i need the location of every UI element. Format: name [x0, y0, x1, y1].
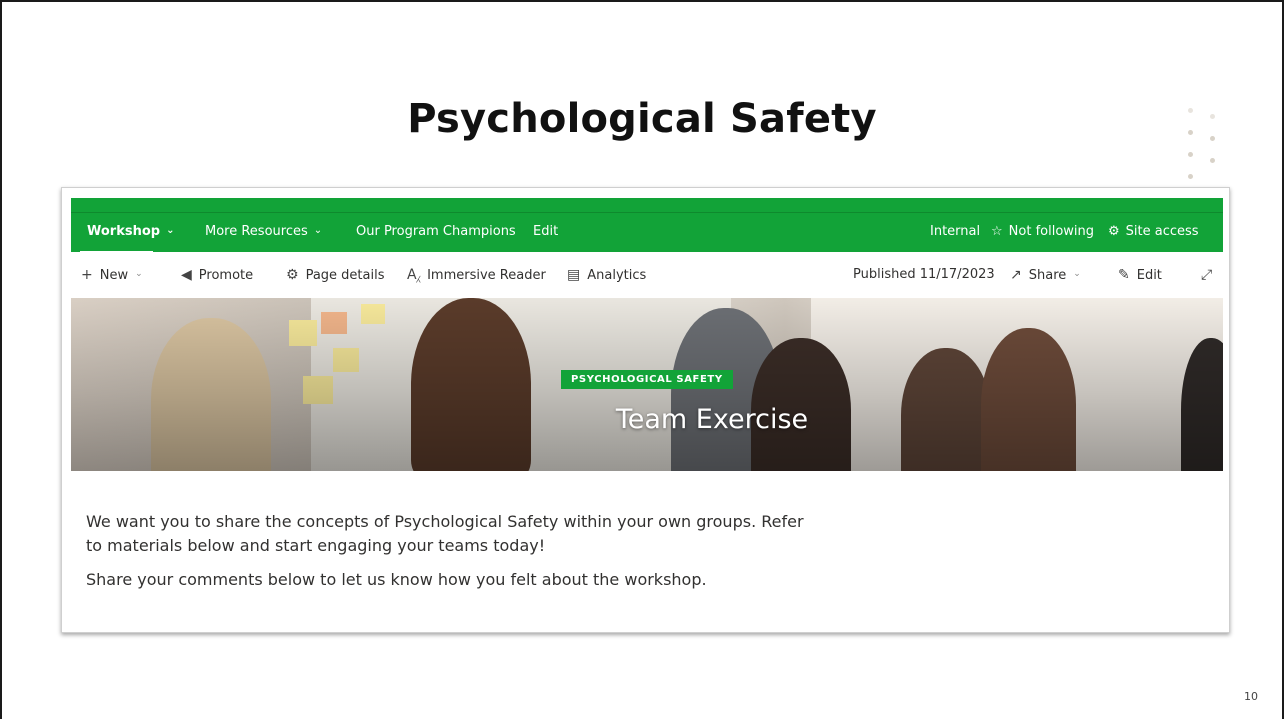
nav-item-label: More Resources — [205, 224, 308, 239]
edit-label: Edit — [1136, 267, 1162, 283]
site-navbar: Workshop ⌄ More Resources ⌄ Our Program … — [71, 212, 1223, 253]
page-content: We want you to share the concepts of Psy… — [86, 510, 806, 602]
follow-label: Not following — [1008, 224, 1095, 239]
immersive-reader-button[interactable]: A⁁ Immersive Reader — [407, 267, 546, 283]
content-paragraph: We want you to share the concepts of Psy… — [86, 512, 804, 555]
nav-item-label: Workshop — [87, 224, 161, 239]
site-access-label: Site access — [1125, 224, 1199, 239]
analytics-label: Analytics — [587, 267, 647, 283]
slide-number: 10 — [1244, 690, 1258, 703]
page-details-button[interactable]: ⚙ Page details — [286, 267, 384, 283]
hero-banner: PSYCHOLOGICAL SAFETY Team Exercise — [71, 298, 1223, 471]
nav-item-label: Edit — [533, 224, 559, 239]
nav-item-workshop[interactable]: Workshop ⌄ — [87, 224, 174, 239]
analytics-button[interactable]: ▤ Analytics — [567, 267, 646, 283]
published-label: Published 11/17/2023 — [853, 267, 995, 282]
follow-button[interactable]: ☆ Not following — [991, 224, 1094, 239]
chevron-down-icon: ⌄ — [313, 225, 323, 236]
command-bar: + New ⌄ ◀ Promote ⚙ Page details A⁁ Imme… — [71, 252, 1223, 298]
megaphone-icon: ◀ — [181, 267, 192, 283]
plus-icon: + — [81, 267, 93, 283]
page-title: Team Exercise — [615, 404, 809, 435]
analytics-icon: ▤ — [567, 267, 581, 283]
edit-button[interactable]: ✎ Edit — [1118, 267, 1162, 283]
content-paragraph: Share your comments below to let us know… — [86, 570, 707, 589]
expand-icon: ⤢ — [1201, 267, 1213, 283]
people-settings-icon: ⚙ — [1108, 224, 1120, 239]
chevron-down-icon: ⌄ — [135, 269, 143, 279]
share-button[interactable]: ↗ Share ⌄ — [1010, 267, 1081, 283]
immersive-reader-label: Immersive Reader — [427, 267, 546, 283]
internal-text: Internal — [930, 224, 981, 239]
gear-icon: ⚙ — [286, 267, 299, 283]
nav-edit-link[interactable]: Edit — [533, 224, 558, 239]
suite-header-strip — [71, 198, 1223, 212]
new-label: New — [99, 267, 129, 283]
share-icon: ↗ — [1010, 267, 1022, 283]
nav-item-program-champions[interactable]: Our Program Champions — [356, 224, 516, 239]
topic-tag: PSYCHOLOGICAL SAFETY — [561, 370, 733, 389]
new-button[interactable]: + New ⌄ — [81, 267, 143, 283]
nav-item-label: Our Program Champions — [356, 224, 516, 239]
promote-button[interactable]: ◀ Promote — [181, 267, 253, 283]
star-icon: ☆ — [991, 224, 1003, 239]
internal-label: Internal — [930, 224, 980, 239]
promote-label: Promote — [198, 267, 254, 283]
chevron-down-icon: ⌄ — [1073, 269, 1081, 279]
page-details-label: Page details — [305, 267, 385, 283]
expand-button[interactable]: ⤢ — [1201, 267, 1212, 283]
chevron-down-icon: ⌄ — [166, 225, 175, 236]
decorative-dots — [1184, 108, 1224, 188]
pencil-icon: ✎ — [1118, 267, 1130, 283]
immersive-reader-icon: A⁁ — [407, 267, 421, 283]
site-access-button[interactable]: ⚙ Site access — [1108, 224, 1199, 239]
nav-item-more-resources[interactable]: More Resources ⌄ — [205, 224, 322, 239]
slide-title: Psychological Safety — [407, 96, 877, 142]
sharepoint-page-screenshot: Workshop ⌄ More Resources ⌄ Our Program … — [61, 187, 1230, 633]
published-date: Published 11/17/2023 — [853, 267, 995, 282]
share-label: Share — [1028, 267, 1067, 283]
